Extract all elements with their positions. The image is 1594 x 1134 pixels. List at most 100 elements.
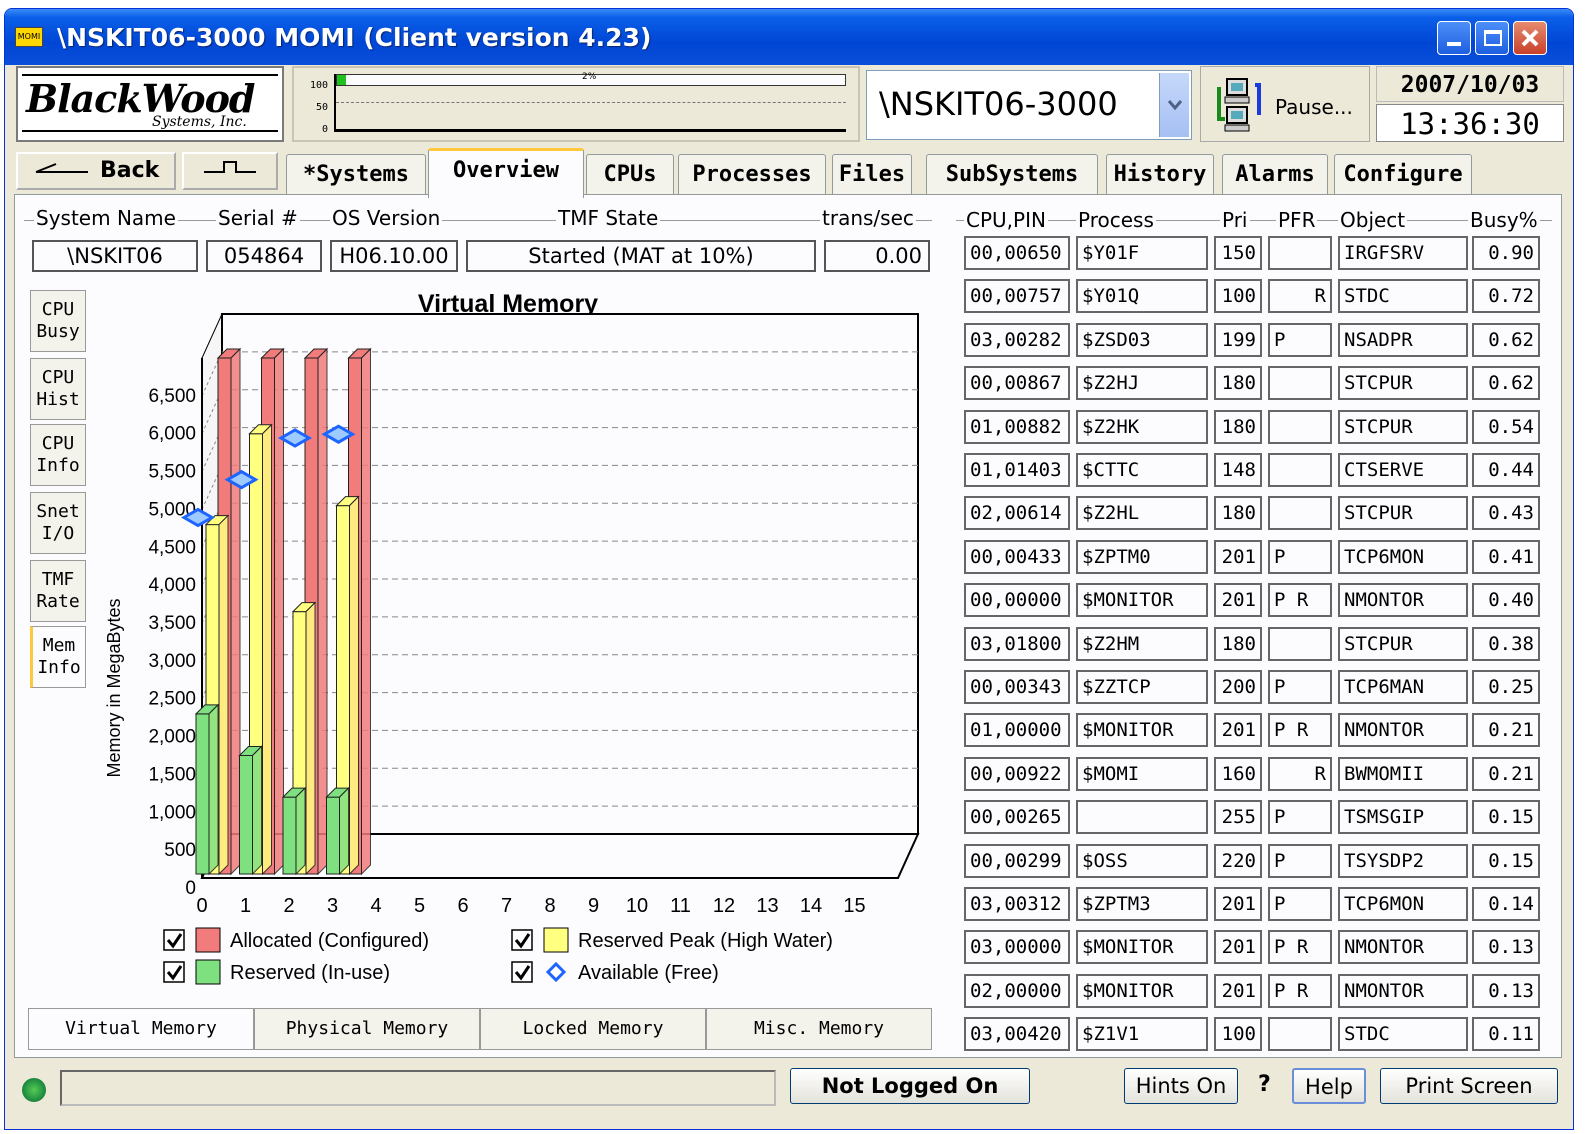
cell-object: BWMOMII bbox=[1338, 756, 1468, 791]
memory-tab-locked-memory[interactable]: Locked Memory bbox=[480, 1008, 706, 1050]
memory-tab-misc-memory[interactable]: Misc. Memory bbox=[706, 1008, 932, 1050]
memory-tab-physical-memory[interactable]: Physical Memory bbox=[254, 1008, 480, 1050]
column-header-busy-[interactable]: Busy% bbox=[1468, 208, 1540, 232]
cell-object: TSYSDP2 bbox=[1338, 843, 1468, 878]
tab-configure[interactable]: Configure bbox=[1334, 154, 1472, 196]
side-tab-cpu-info[interactable]: CPU Info bbox=[30, 424, 86, 486]
minimize-button[interactable] bbox=[1437, 21, 1471, 55]
hints-button[interactable]: Hints On bbox=[1124, 1068, 1238, 1104]
side-tab-line1: TMF bbox=[41, 569, 75, 590]
cell-pri: 148 bbox=[1214, 453, 1262, 487]
tab-overview[interactable]: Overview bbox=[428, 148, 584, 198]
question-icon[interactable]: ? bbox=[1258, 1072, 1271, 1097]
side-tab-line1: CPU bbox=[41, 367, 75, 388]
x-tick-label: 8 bbox=[544, 895, 555, 917]
header-os-version: OS Version bbox=[330, 206, 443, 230]
cell-cpu-pin: 01,00882 bbox=[964, 409, 1070, 444]
x-tick-label: 3 bbox=[327, 895, 338, 917]
tab-alarms[interactable]: Alarms bbox=[1222, 154, 1328, 196]
help-button[interactable]: Help bbox=[1292, 1068, 1366, 1104]
y-tick-label: 4,500 bbox=[148, 537, 196, 558]
cell-cpu-pin: 00,00265 bbox=[964, 800, 1070, 835]
side-tab-line1: CPU bbox=[41, 433, 75, 454]
tab-subsystems[interactable]: SubSystems bbox=[926, 154, 1098, 196]
column-header-object[interactable]: Object bbox=[1338, 208, 1408, 232]
forward-arrow-icon bbox=[204, 161, 256, 173]
cell-cpu-pin: 00,00867 bbox=[964, 366, 1070, 401]
print-screen-button[interactable]: Print Screen bbox=[1380, 1068, 1558, 1104]
x-tick-label: 0 bbox=[196, 895, 207, 917]
bar-reserved bbox=[239, 755, 253, 875]
clock-time: 13:36:30 bbox=[1376, 104, 1564, 142]
column-header-process[interactable]: Process bbox=[1076, 208, 1156, 232]
cell-busy-: 0.43 bbox=[1472, 496, 1540, 531]
cell-pri: 180 bbox=[1214, 409, 1262, 444]
side-tab-line1: Snet bbox=[36, 501, 80, 522]
x-tick-label: 2 bbox=[283, 895, 294, 917]
side-tab-mem-info[interactable]: Mem Info bbox=[30, 626, 86, 688]
cell-pri: 199 bbox=[1214, 322, 1262, 357]
cell-busy-: 0.13 bbox=[1472, 930, 1540, 965]
forward-button[interactable] bbox=[182, 152, 278, 190]
cell-pfr: P R bbox=[1268, 713, 1332, 748]
cell-object: NMONTOR bbox=[1338, 713, 1468, 748]
chevron-down-icon[interactable] bbox=[1159, 73, 1189, 137]
mini-chart-ytick-50: 50 bbox=[316, 102, 329, 113]
side-tab-cpu-busy[interactable]: CPU Busy bbox=[30, 290, 86, 352]
mini-chart-plot: 2% bbox=[334, 72, 846, 132]
pause-button[interactable]: Pause... bbox=[1200, 66, 1370, 142]
back-button[interactable]: Back bbox=[16, 152, 176, 190]
y-tick-label: 1,500 bbox=[148, 764, 196, 785]
x-tick-label: 4 bbox=[370, 895, 381, 917]
system-select[interactable]: \NSKIT06-3000 bbox=[866, 70, 1192, 140]
tab-processes[interactable]: Processes bbox=[678, 154, 826, 196]
tab-cpus[interactable]: CPUs bbox=[586, 154, 674, 196]
side-tab-line2: Info bbox=[37, 657, 81, 678]
legend-label: Available (Free) bbox=[578, 962, 719, 984]
cell-process: $CTTC bbox=[1076, 453, 1208, 487]
y-tick-label: 500 bbox=[164, 840, 196, 861]
cell-pri: 180 bbox=[1214, 626, 1262, 661]
maximize-button[interactable] bbox=[1475, 21, 1509, 55]
column-header-pri[interactable]: Pri bbox=[1220, 208, 1250, 232]
cell-cpu-pin: 01,00000 bbox=[964, 713, 1070, 748]
cell-busy-: 0.21 bbox=[1472, 713, 1540, 748]
tab-systems[interactable]: *Systems bbox=[286, 154, 426, 196]
bar-reserved-side bbox=[208, 703, 219, 876]
side-tab-line1: Mem bbox=[42, 635, 76, 656]
cell-pfr: P R bbox=[1268, 930, 1332, 965]
pause-label: Pause... bbox=[1275, 95, 1353, 119]
system-name-field: \NSKIT06 bbox=[32, 240, 198, 272]
column-header-cpu-pin[interactable]: CPU,PIN bbox=[964, 208, 1048, 232]
cell-process: $MONITOR bbox=[1076, 713, 1208, 748]
x-tick-label: 13 bbox=[756, 895, 778, 917]
cell-pri: 201 bbox=[1214, 973, 1262, 1008]
side-tab-cpu-hist[interactable]: CPU Hist bbox=[30, 358, 86, 420]
column-header-pfr[interactable]: PFR bbox=[1276, 208, 1318, 232]
close-button[interactable] bbox=[1513, 21, 1547, 55]
tab-files[interactable]: Files bbox=[832, 154, 912, 196]
bar-reserved bbox=[282, 796, 297, 875]
memory-tab-virtual-memory[interactable]: Virtual Memory bbox=[28, 1008, 254, 1050]
cell-cpu-pin: 00,00433 bbox=[964, 539, 1070, 574]
header-tmf-state: TMF State bbox=[556, 206, 661, 230]
mini-chart-label: 2% bbox=[582, 72, 597, 82]
trans-sec-field: 0.00 bbox=[824, 240, 930, 272]
cell-object: STCPUR bbox=[1338, 496, 1468, 531]
header-serial: Serial # bbox=[216, 206, 300, 230]
mini-chart-ytick-0: 0 bbox=[322, 124, 329, 135]
mini-chart-ytick-100: 100 bbox=[310, 80, 329, 91]
tab-history[interactable]: History bbox=[1106, 154, 1214, 196]
x-tick-label: 14 bbox=[800, 895, 822, 917]
cell-pfr: P bbox=[1268, 539, 1332, 574]
legend-label: Reserved (In-use) bbox=[230, 962, 390, 984]
title-bar[interactable]: MOMI \NSKIT06-3000 MOMI (Client version … bbox=[5, 9, 1573, 65]
computers-refresh-icon bbox=[1217, 78, 1261, 132]
side-tab-snet-io[interactable]: Snet I/O bbox=[30, 492, 86, 554]
y-tick-label: 3,000 bbox=[148, 651, 196, 672]
y-tick-label: 2,500 bbox=[148, 689, 196, 710]
side-tab-tmf-rate[interactable]: TMF Rate bbox=[30, 560, 86, 622]
y-tick-label: 0 bbox=[185, 878, 196, 899]
cell-pfr bbox=[1268, 366, 1332, 401]
login-button[interactable]: Not Logged On bbox=[790, 1068, 1030, 1104]
